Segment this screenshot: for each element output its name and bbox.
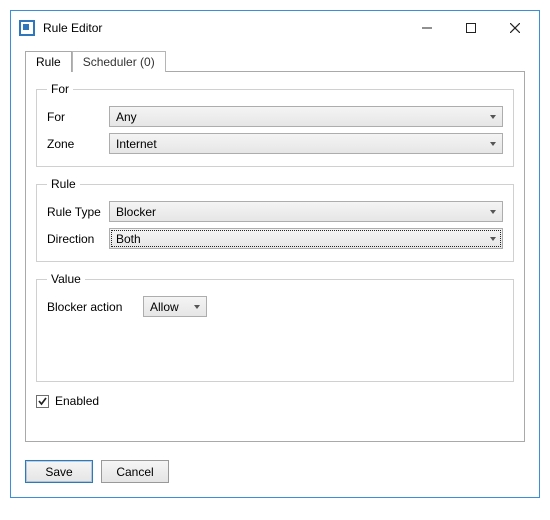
for-label: For — [47, 110, 103, 124]
button-bar: Save Cancel — [11, 452, 539, 497]
blocker-action-value: Allow — [150, 300, 179, 314]
minimize-button[interactable] — [405, 13, 449, 43]
tab-strip: Rule Scheduler (0) — [25, 51, 525, 72]
direction-value: Both — [116, 232, 141, 246]
enabled-checkbox[interactable] — [36, 395, 49, 408]
tab-panel-rule: For For Any Zone Internet Rule Rul — [25, 71, 525, 442]
for-legend: For — [47, 82, 73, 96]
for-dropdown[interactable]: Any — [109, 106, 503, 127]
zone-label: Zone — [47, 137, 103, 151]
rule-editor-window: Rule Editor Rule Scheduler (0) For — [10, 10, 540, 498]
rule-type-label: Rule Type — [47, 205, 103, 219]
cancel-button[interactable]: Cancel — [101, 460, 169, 483]
check-icon — [37, 396, 48, 407]
titlebar: Rule Editor — [11, 11, 539, 45]
content-area: Rule Scheduler (0) For For Any Zone Inte… — [11, 45, 539, 452]
save-button[interactable]: Save — [25, 460, 93, 483]
blocker-action-label: Blocker action — [47, 300, 137, 314]
window-title: Rule Editor — [43, 21, 405, 35]
rule-group: Rule Rule Type Blocker Direction Both — [36, 177, 514, 262]
value-group: Value Blocker action Allow — [36, 272, 514, 382]
rule-legend: Rule — [47, 177, 80, 191]
enabled-row: Enabled — [36, 392, 514, 408]
direction-dropdown[interactable]: Both — [109, 228, 503, 249]
maximize-button[interactable] — [449, 13, 493, 43]
rule-type-dropdown[interactable]: Blocker — [109, 201, 503, 222]
direction-label: Direction — [47, 232, 103, 246]
blocker-action-dropdown[interactable]: Allow — [143, 296, 207, 317]
for-value: Any — [116, 110, 137, 124]
for-group: For For Any Zone Internet — [36, 82, 514, 167]
app-icon — [19, 20, 35, 36]
zone-dropdown[interactable]: Internet — [109, 133, 503, 154]
zone-value: Internet — [116, 137, 157, 151]
window-controls — [405, 13, 537, 43]
enabled-label: Enabled — [55, 394, 99, 408]
rule-type-value: Blocker — [116, 205, 156, 219]
value-legend: Value — [47, 272, 85, 286]
tab-scheduler[interactable]: Scheduler (0) — [72, 51, 166, 72]
close-button[interactable] — [493, 13, 537, 43]
tab-rule[interactable]: Rule — [25, 51, 72, 72]
